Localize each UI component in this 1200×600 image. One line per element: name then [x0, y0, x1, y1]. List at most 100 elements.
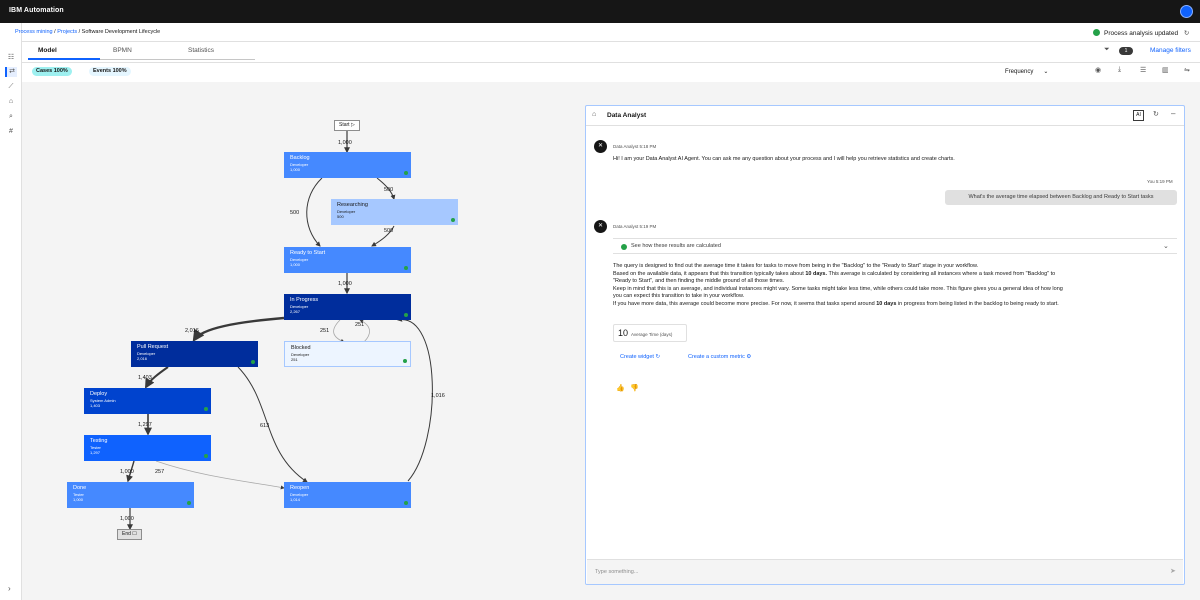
edge-label: 1,297	[138, 422, 152, 428]
left-nav: ☷ ⇄ ⟋ ⌂ ⌕ #	[0, 23, 22, 600]
link-label: Create widget	[620, 354, 654, 360]
end-label: End	[122, 531, 131, 537]
answer-line: "Ready to Start", and then finding the m…	[613, 278, 785, 285]
manage-filters-link[interactable]: Manage filters	[1150, 47, 1191, 54]
end-node[interactable]: End ☐	[117, 529, 142, 540]
node-title: Pull Request	[137, 344, 169, 350]
node-count: 1,403	[90, 403, 101, 408]
breadcrumb-separator: /	[54, 29, 56, 35]
message-input[interactable]: Type something...	[595, 569, 638, 575]
status-dot	[404, 313, 408, 317]
node-reopen[interactable]: Reopen Developer 1,014	[284, 482, 411, 508]
breadcrumb-process-mining[interactable]: Process mining	[15, 29, 53, 35]
edge-label: 613	[260, 423, 270, 429]
breadcrumb-projects[interactable]: Projects	[57, 29, 77, 35]
node-title: In Progress	[290, 297, 319, 303]
status-dot	[404, 266, 408, 270]
answer-highlight: 10 days.	[805, 270, 828, 277]
agent-avatar-icon: ✕	[594, 220, 607, 233]
brand-name[interactable]: IBM Automation	[9, 7, 64, 14]
status-dot	[251, 360, 255, 364]
refresh-icon[interactable]: ↻	[1184, 30, 1189, 37]
node-title: Testing	[90, 438, 108, 444]
node-title: Reopen	[290, 485, 310, 491]
message-composer[interactable]: Type something... ➤	[587, 559, 1183, 584]
node-blocked[interactable]: Blocked Developer 251	[284, 341, 411, 367]
filter-icon[interactable]: ⏷	[1104, 46, 1110, 54]
node-testing[interactable]: Testing Tester 1,297	[84, 435, 211, 461]
list-icon[interactable]: ☷	[5, 53, 17, 63]
create-widget-link[interactable]: Create widget ↻	[620, 354, 660, 360]
frequency-dropdown[interactable]: Frequency ⌄	[1005, 68, 1048, 75]
kpi-card: 10 Average Time (days)	[613, 324, 687, 342]
node-researching[interactable]: Researching Developer 500	[331, 199, 458, 225]
tab-statistics[interactable]: Statistics	[188, 47, 214, 54]
tab-bpmn[interactable]: BPMN	[113, 47, 132, 54]
node-pull-request[interactable]: Pull Request Developer 2,016	[131, 341, 258, 367]
node-deploy[interactable]: Deploy System Admin 1,403	[84, 388, 211, 414]
node-backlog[interactable]: Backlog Developer 1,000	[284, 152, 411, 178]
edge-label: 1,000	[120, 516, 134, 522]
edge-label: 500	[384, 187, 394, 193]
frequency-value: Frequency	[1005, 69, 1034, 75]
status-dot	[404, 171, 408, 175]
status-dot	[204, 454, 208, 458]
user-avatar[interactable]	[1180, 5, 1193, 18]
message-meta: Data Analyst 5:18 PM	[613, 144, 657, 149]
hash-icon[interactable]: #	[5, 127, 17, 137]
node-count: 251	[291, 357, 298, 362]
node-in-progress[interactable]: In Progress Developer 2,267	[284, 294, 411, 320]
edge-label: 1,403	[138, 375, 152, 381]
list-view-icon[interactable]: ☰	[1140, 66, 1146, 74]
create-metric-link[interactable]: Create a custom metric ⚙	[688, 354, 751, 360]
download-icon[interactable]: ⤓	[1118, 66, 1121, 74]
home-icon[interactable]: ⌂	[592, 111, 596, 118]
bar-chart-icon[interactable]: ▥	[1162, 66, 1169, 74]
status-indicator: Process analysis updated ↻	[1093, 29, 1189, 37]
hierarchy-icon[interactable]: ⌂	[5, 97, 17, 107]
status-text: Process analysis updated	[1104, 30, 1179, 37]
minimize-icon[interactable]: –	[1171, 109, 1175, 118]
user-message-meta: You 5:19 PM	[1147, 179, 1173, 184]
settings-adjust-icon[interactable]: ⇋	[1184, 66, 1190, 74]
search-icon[interactable]: ⌕	[5, 112, 17, 122]
breadcrumb-current: Software Development Lifecycle	[81, 29, 161, 35]
edge-label: 1,000	[338, 281, 352, 287]
node-done[interactable]: Done Tester 1,000	[67, 482, 194, 508]
filter-count-badge: 1	[1119, 47, 1133, 55]
divider	[22, 62, 1200, 63]
edge-label: 1,000	[338, 140, 352, 146]
chevron-down-icon: ⌄	[1043, 69, 1049, 75]
check-icon	[1093, 29, 1100, 36]
user-message: What's the average time elapsed between …	[945, 190, 1177, 205]
expand-nav-icon[interactable]: ›	[8, 584, 11, 593]
start-node[interactable]: Start ▷	[334, 120, 360, 131]
answer-line: Based on the available data, it appears …	[613, 271, 1173, 279]
thumbs-down-icon[interactable]: 👎	[630, 384, 639, 392]
node-ready-to-start[interactable]: Ready to Start Developer 1,000	[284, 247, 411, 273]
model-icon[interactable]: ⇄	[5, 67, 17, 77]
answer-line: The query is designed to find out the av…	[613, 263, 979, 269]
ai-badge-icon[interactable]: AI	[1133, 110, 1144, 121]
answer-line: Keep in mind that this is an average, an…	[613, 285, 1063, 292]
message-meta: Data Analyst 5:19 PM	[613, 224, 657, 229]
answer-text: If you have more data, this average coul…	[613, 300, 877, 307]
results-accordion[interactable]: See how these results are calculated ⌄	[613, 238, 1177, 254]
breadcrumb: Process mining / Projects / Software Dev…	[15, 29, 160, 35]
thumbs-up-icon[interactable]: 👍	[616, 384, 625, 392]
send-icon[interactable]: ➤	[1170, 567, 1176, 575]
line-chart-icon[interactable]: ⟋	[5, 82, 17, 92]
refresh-icon[interactable]: ↻	[1153, 110, 1159, 118]
data-analyst-panel: ⌂ Data Analyst AI ↻ – ✕ Data Analyst 5:1…	[585, 105, 1185, 585]
kpi-value: 10	[618, 328, 629, 338]
tab-model[interactable]: Model	[38, 47, 57, 54]
refresh-icon: ↻	[655, 354, 661, 360]
edge-backlog-ready	[306, 177, 323, 247]
status-dot	[451, 218, 455, 222]
edge-label: 251	[355, 322, 365, 328]
eye-icon[interactable]: ◉	[1095, 66, 1101, 74]
cases-pill[interactable]: Cases 100%	[32, 67, 72, 76]
breadcrumb-separator: /	[78, 29, 81, 35]
agent-message: Hi! I am your Data Analyst AI Agent. You…	[613, 156, 955, 162]
events-pill[interactable]: Events 100%	[89, 67, 131, 76]
